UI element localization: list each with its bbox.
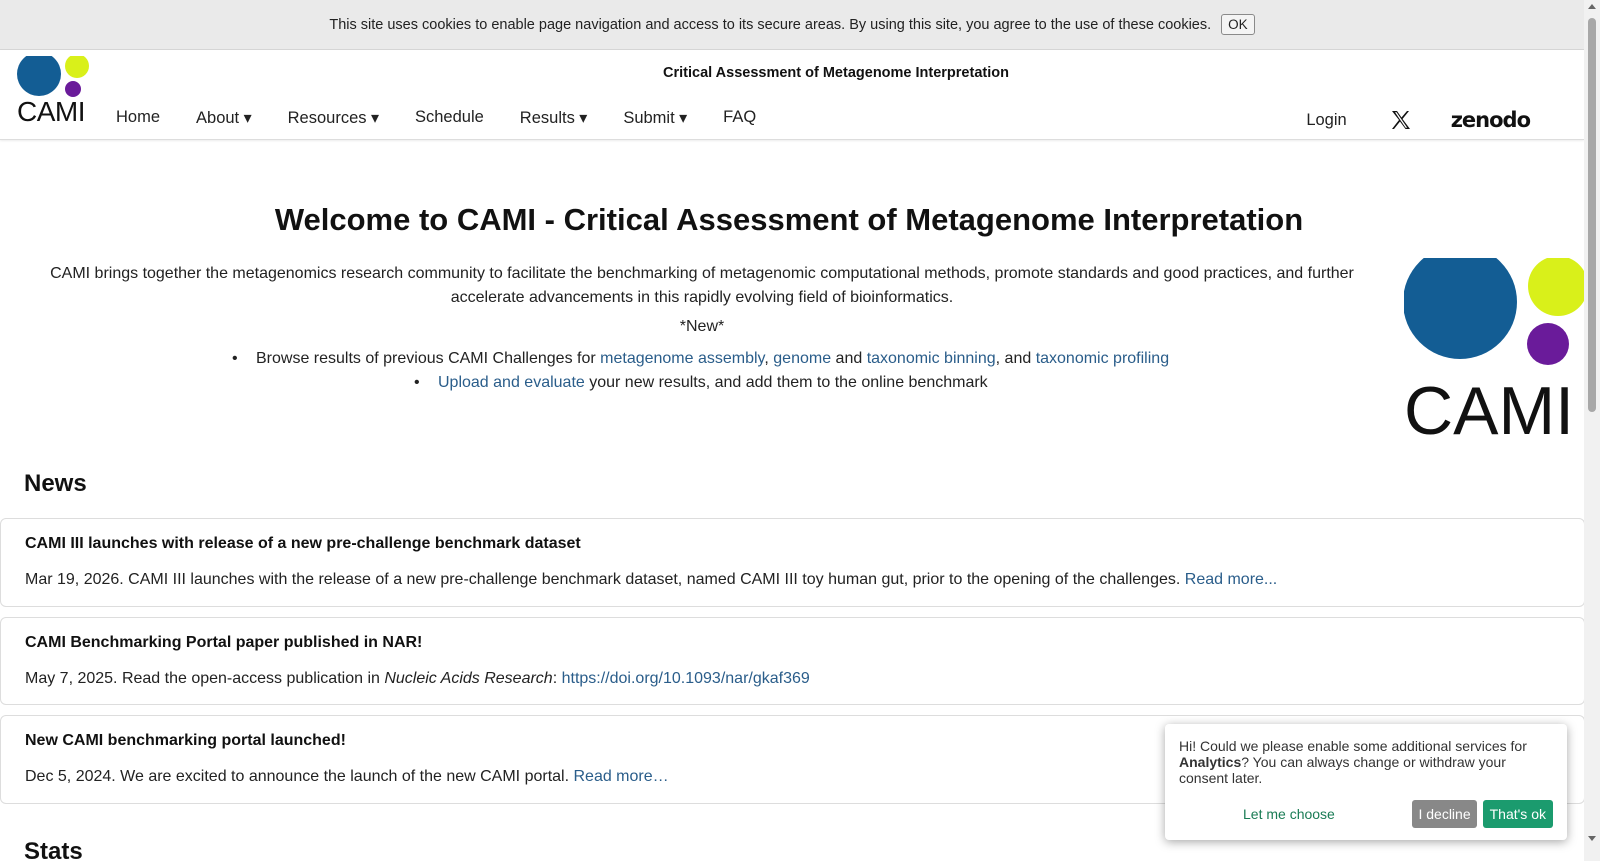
big-logo-text: CAMI bbox=[1404, 373, 1574, 442]
consent-analytics-label: Analytics bbox=[1179, 754, 1242, 770]
consent-text-prefix: Hi! Could we please enable some addition… bbox=[1179, 738, 1527, 754]
news-heading: News bbox=[24, 470, 87, 497]
scrollbar-thumb[interactable] bbox=[1588, 18, 1596, 412]
header-right-nav: Login zenodo bbox=[1306, 108, 1531, 132]
news-card-body: Mar 19, 2026. CAMI III launches with the… bbox=[25, 571, 1185, 588]
accept-button[interactable]: That's ok bbox=[1482, 800, 1553, 828]
scroll-down-icon[interactable] bbox=[1588, 836, 1596, 841]
cami-big-logo: CAMI bbox=[1403, 245, 1588, 449]
genome-link[interactable]: genome bbox=[773, 350, 831, 367]
nav-faq[interactable]: FAQ bbox=[723, 108, 756, 128]
upload-evaluate-link[interactable]: Upload and evaluate bbox=[438, 374, 585, 391]
scroll-up-icon[interactable] bbox=[1588, 4, 1596, 9]
bullet2-suffix: your new results, and add them to the on… bbox=[584, 374, 988, 391]
decline-button[interactable]: I decline bbox=[1412, 800, 1477, 828]
nav-home[interactable]: Home bbox=[116, 108, 160, 128]
zenodo-logo[interactable]: zenodo bbox=[1451, 108, 1531, 132]
consent-text: Hi! Could we please enable some addition… bbox=[1179, 738, 1553, 786]
news-card: CAMI III launches with release of a new … bbox=[0, 518, 1585, 607]
taxonomic-profiling-link[interactable]: taxonomic profiling bbox=[1036, 350, 1169, 367]
read-more-link[interactable]: Read more… bbox=[573, 768, 668, 785]
separator: , and bbox=[995, 350, 1036, 367]
news-card-body: Dec 5, 2024. We are excited to announce … bbox=[25, 768, 574, 785]
intro-text: CAMI brings together the metagenomics re… bbox=[50, 265, 1354, 306]
nav-about[interactable]: About bbox=[196, 108, 252, 128]
news-card-title: New CAMI benchmarking portal launched! bbox=[25, 732, 346, 749]
site-title: Critical Assessment of Metagenome Interp… bbox=[663, 65, 1009, 81]
page-title: Welcome to CAMI - Critical Assessment of… bbox=[274, 202, 1304, 237]
nav-schedule[interactable]: Schedule bbox=[415, 108, 484, 128]
news-card-title: CAMI III launches with release of a new … bbox=[25, 535, 581, 552]
taxonomic-binning-link[interactable]: taxonomic binning bbox=[867, 350, 996, 367]
analytics-consent-popup: Hi! Could we please enable some addition… bbox=[1165, 724, 1567, 840]
read-more-link[interactable]: Read more... bbox=[1185, 571, 1277, 588]
separator: and bbox=[831, 350, 867, 367]
metagenome-assembly-link[interactable]: metagenome assembly bbox=[600, 350, 764, 367]
news-card-text: May 7, 2025. Read the open-access public… bbox=[25, 670, 810, 688]
list-item: Browse results of previous CAMI Challeng… bbox=[232, 350, 1169, 368]
let-me-choose-link[interactable]: Let me choose bbox=[1243, 806, 1335, 822]
journal-name: Nucleic Acids Research bbox=[384, 670, 553, 687]
cookie-banner: This site uses cookies to enable page na… bbox=[0, 0, 1584, 50]
news-card-body: May 7, 2025. Read the open-access public… bbox=[25, 670, 385, 687]
separator: , bbox=[764, 350, 774, 367]
news-card-text: Mar 19, 2026. CAMI III launches with the… bbox=[25, 571, 1277, 589]
site-header: CAMI Critical Assessment of Metagenome I… bbox=[0, 50, 1584, 140]
x-twitter-icon[interactable] bbox=[1391, 110, 1411, 130]
news-card-text: Dec 5, 2024. We are excited to announce … bbox=[25, 768, 669, 786]
consent-actions: Let me choose I decline That's ok bbox=[1179, 800, 1553, 828]
news-card: CAMI Benchmarking Portal paper published… bbox=[0, 617, 1585, 705]
consent-buttons: I decline That's ok bbox=[1412, 800, 1553, 828]
logo-text: CAMI bbox=[17, 96, 86, 127]
bullet1-prefix: Browse results of previous CAMI Challeng… bbox=[256, 350, 601, 367]
main-nav: Home About Resources Schedule Results Su… bbox=[116, 108, 792, 128]
doi-link[interactable]: https://doi.org/10.1093/nar/gkaf369 bbox=[562, 670, 810, 687]
nav-resources[interactable]: Resources bbox=[288, 108, 379, 128]
cookie-banner-text: This site uses cookies to enable page na… bbox=[329, 16, 1212, 33]
cami-logo-large-icon: CAMI bbox=[1403, 245, 1588, 449]
page-scrollbar[interactable] bbox=[1584, 0, 1600, 861]
nav-submit[interactable]: Submit bbox=[623, 108, 687, 128]
nav-results[interactable]: Results bbox=[520, 108, 588, 128]
list-item: Upload and evaluate your new results, an… bbox=[414, 374, 988, 392]
separator: : bbox=[552, 670, 562, 687]
news-card-title: CAMI Benchmarking Portal paper published… bbox=[25, 634, 423, 651]
new-label: *New* bbox=[679, 318, 725, 335]
login-link[interactable]: Login bbox=[1306, 111, 1346, 130]
stats-heading: Stats bbox=[24, 838, 83, 861]
cookie-ok-button[interactable]: OK bbox=[1221, 14, 1255, 35]
